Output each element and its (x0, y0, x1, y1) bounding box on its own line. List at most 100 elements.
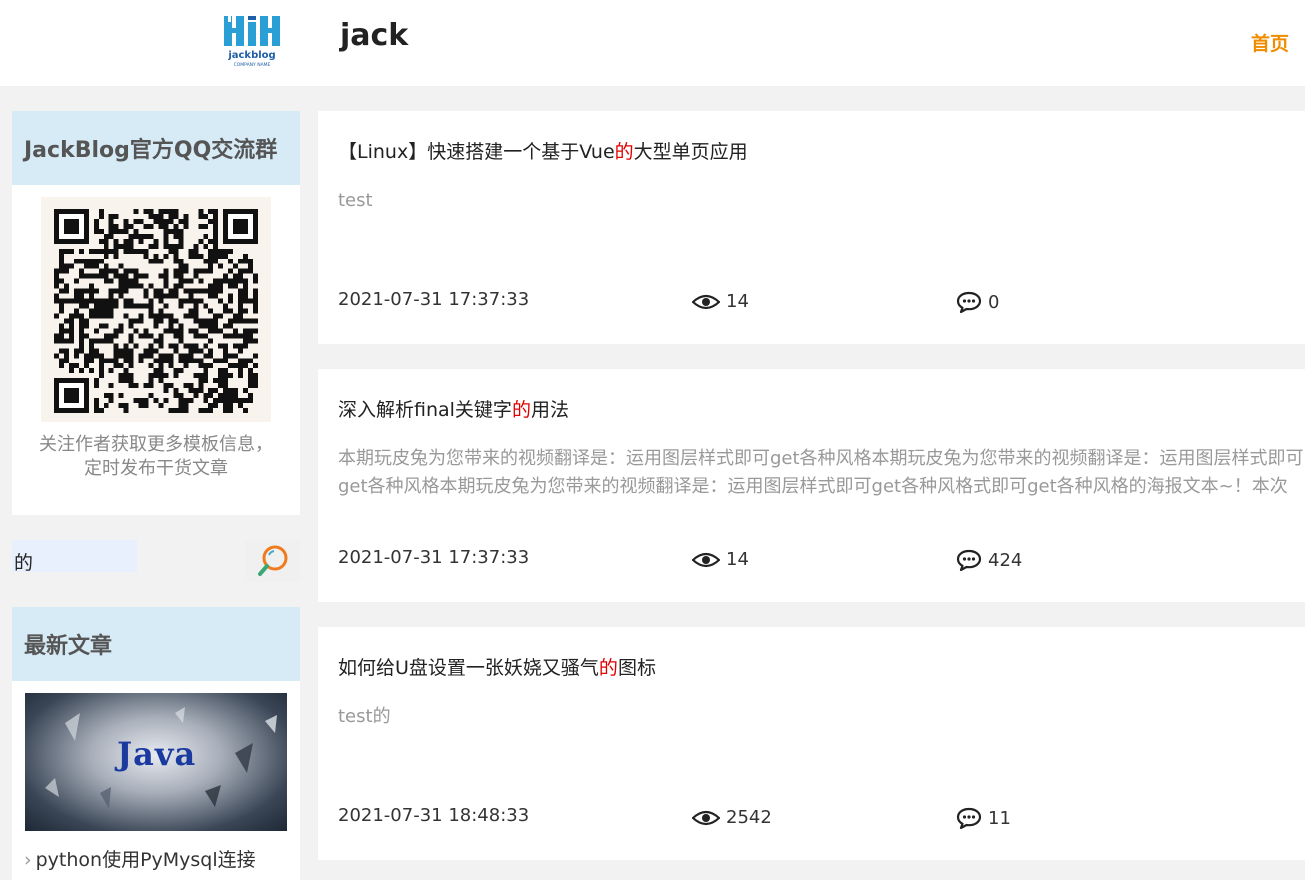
qr-module (98, 258, 104, 264)
qr-module (223, 373, 229, 379)
qr-module (93, 218, 99, 224)
qr-module (193, 273, 199, 279)
article-title[interactable]: 【Linux】快速搭建一个基于Vue的大型单页应用 (338, 137, 748, 164)
article-title-text: 用法 (530, 399, 569, 421)
qr-module (88, 343, 94, 349)
latest-article-thumbnail[interactable]: Java (25, 693, 287, 831)
qr-module (203, 213, 209, 219)
qr-module (228, 308, 234, 314)
qr-module (153, 398, 159, 404)
article-title[interactable]: 如何给U盘设置一张妖娆又骚气的图标 (338, 653, 656, 680)
qr-module (208, 293, 214, 299)
qr-module (223, 398, 229, 404)
qr-module (253, 373, 258, 379)
qr-module (243, 268, 249, 274)
qr-module (148, 233, 154, 239)
qr-module (123, 348, 129, 354)
qr-module (208, 318, 214, 324)
qr-module (218, 328, 224, 334)
qr-module (108, 233, 114, 239)
article-card[interactable]: 如何给U盘设置一张妖娆又骚气的图标 test的 2021-07-31 18:48… (318, 627, 1305, 860)
qr-module (54, 273, 59, 279)
qr-module (233, 318, 239, 324)
qr-module (118, 378, 124, 384)
qr-module (238, 348, 244, 354)
qr-module (178, 273, 184, 279)
qr-module (173, 228, 179, 234)
qr-module (208, 363, 214, 369)
qr-module (58, 263, 64, 269)
qr-module (98, 353, 104, 359)
latest-article-link[interactable]: › python使用PyMysql连接 (24, 845, 256, 872)
qr-module (138, 283, 144, 289)
qr-module (233, 343, 239, 349)
search-input[interactable] (12, 540, 244, 582)
qr-module (183, 213, 189, 219)
qr-module (93, 338, 99, 344)
article-card[interactable]: 【Linux】快速搭建一个基于Vue的大型单页应用 test 2021-07-3… (318, 111, 1305, 344)
qr-module (128, 358, 134, 364)
qr-module (253, 328, 258, 334)
article-comments: 424 (956, 549, 1022, 571)
qr-module (248, 318, 254, 324)
qr-module (123, 223, 129, 229)
qr-module (253, 338, 258, 344)
qr-module (54, 353, 59, 359)
site-logo[interactable]: jackblog COMPANY NAME (218, 14, 286, 68)
qr-module (108, 398, 114, 404)
qr-module (148, 373, 154, 379)
qr-module (128, 238, 134, 244)
nav-home-link[interactable]: 首页 (1251, 29, 1289, 56)
site-name[interactable]: jack (340, 18, 408, 53)
qr-module (178, 393, 184, 399)
qr-module (223, 408, 229, 413)
qr-module (133, 283, 139, 289)
qr-module (163, 353, 169, 359)
article-title-highlight: 的 (511, 399, 531, 421)
qr-module (158, 363, 164, 369)
qr-module (118, 353, 124, 359)
qr-module (193, 288, 199, 294)
qr-finder-pattern (63, 218, 79, 234)
qr-module (188, 353, 194, 359)
qr-module (138, 358, 144, 364)
qr-module (68, 248, 74, 254)
qr-module (103, 253, 109, 259)
qr-module (238, 293, 244, 299)
qr-module (143, 303, 149, 309)
qr-module (198, 223, 204, 229)
qr-module (173, 368, 179, 374)
search-button[interactable] (245, 540, 300, 582)
qr-module (238, 318, 244, 324)
qr-module (248, 373, 254, 379)
qr-module (188, 293, 194, 299)
qr-module (98, 373, 104, 379)
qr-module (183, 363, 189, 369)
qr-module (218, 383, 224, 389)
qr-module (183, 358, 189, 364)
qr-module (198, 253, 204, 259)
qr-module (238, 268, 244, 274)
comment-icon (956, 291, 982, 313)
qr-module (108, 223, 114, 229)
qr-module (73, 258, 79, 264)
qr-module (183, 398, 189, 404)
qr-module (178, 398, 184, 404)
qr-module (218, 393, 224, 399)
qr-module (208, 308, 214, 314)
thumbnail-text: Java (117, 735, 197, 773)
article-card[interactable]: 深入解析final关键字的用法 本期玩皮兔为您带来的视频翻译是：运用图层样式即可… (318, 369, 1305, 602)
qr-module (238, 368, 244, 374)
qr-module (118, 363, 124, 369)
qr-module (78, 258, 84, 264)
qr-module (93, 298, 99, 304)
qr-module (238, 303, 244, 309)
article-title[interactable]: 深入解析final关键字的用法 (338, 395, 569, 422)
qr-module (203, 343, 209, 349)
qr-module (128, 243, 134, 249)
qr-module (123, 218, 129, 224)
qr-module (213, 238, 219, 244)
qr-module (73, 298, 79, 304)
qr-module (173, 243, 179, 249)
qr-module (108, 333, 114, 339)
